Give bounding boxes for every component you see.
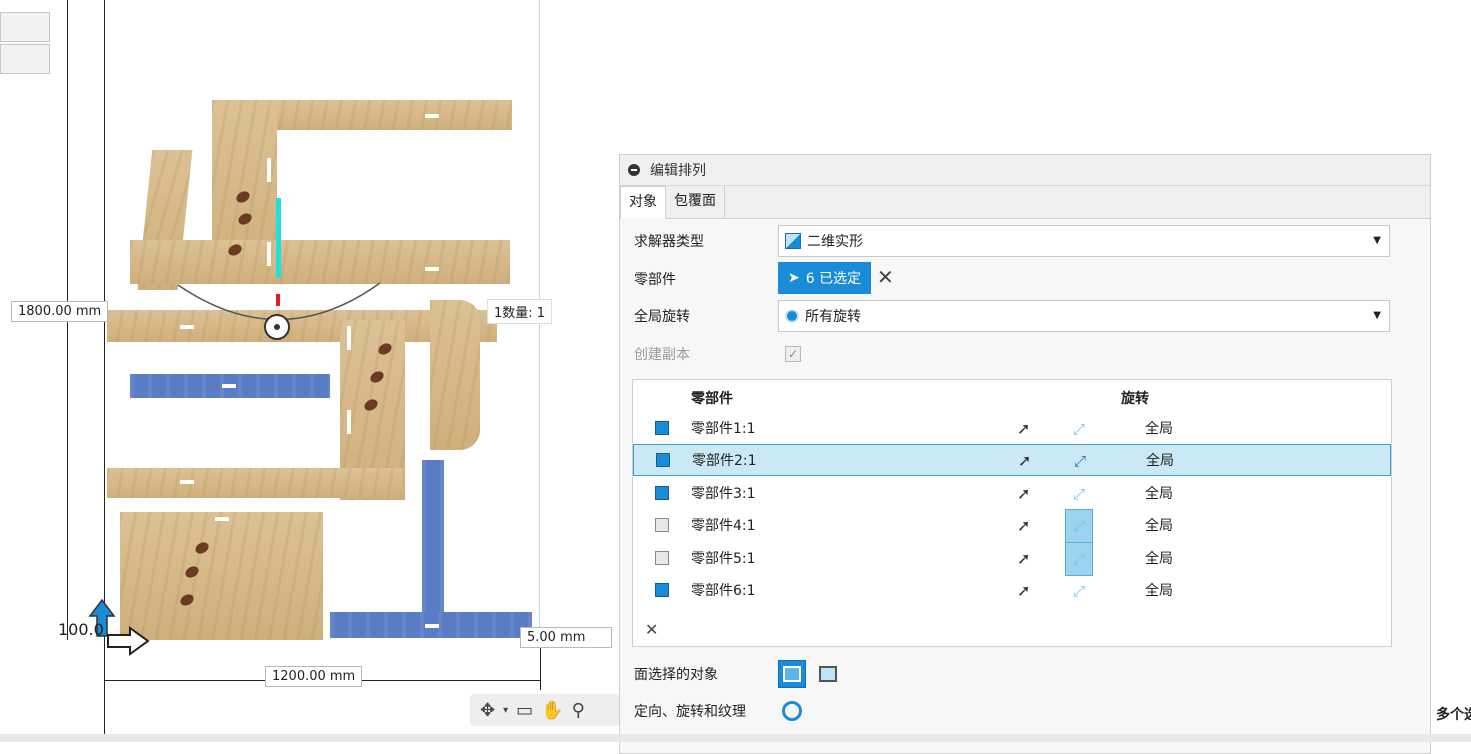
pan-hand-icon[interactable]: ✋ [541, 700, 563, 721]
width-dimension-label[interactable]: 1200.00 mm [265, 666, 363, 687]
look-at-icon[interactable]: ▭ [516, 700, 533, 721]
rotation-toggle-icon[interactable]: ⤢ [1065, 542, 1093, 576]
rotation-toggle-icon[interactable]: ⤢ [1066, 445, 1094, 477]
part-panel[interactable] [120, 512, 323, 640]
components-label: 零部件 [634, 272, 676, 288]
select-cursor-icon[interactable]: ➚ [1017, 581, 1030, 600]
tab-objects[interactable]: 对象 [620, 186, 666, 219]
component-name: 零部件5:1 [691, 551, 756, 567]
clear-selection-icon[interactable]: ✕ [877, 265, 894, 289]
navigation-toolbar: ✥ ▾ ▭ ✋ ⚲ [470, 694, 620, 726]
component-rotation[interactable]: 全局 [1145, 510, 1173, 542]
solver-type-select[interactable]: 二维实形 ▼ [778, 225, 1390, 257]
solver-2d-icon [785, 233, 801, 249]
part-horse-head-2[interactable] [430, 300, 480, 450]
part-bottom-rail[interactable] [107, 468, 402, 498]
right-edge-label: 多个选 [1436, 707, 1471, 723]
solver-type-row: 求解器类型 [634, 224, 778, 258]
select-cursor-icon[interactable]: ➚ [1017, 516, 1030, 535]
face-select-label: 面选择的对象 [634, 667, 718, 683]
orient-label: 定向、旋转和纹理 [634, 704, 746, 720]
create-copy-checkbox[interactable]: ✓ [785, 346, 801, 362]
column-header-rotation[interactable]: 旋转 [1121, 388, 1149, 408]
component-name: 零部件4:1 [691, 518, 756, 534]
edit-arrangement-panel: 编辑排列 对象 包覆面 求解器类型 二维实形 ▼ 零部件 ➤ 6 已选定 ✕ 全… [619, 154, 1431, 754]
component-rotation[interactable]: 全局 [1146, 445, 1174, 477]
origin-right-arrow-icon[interactable] [106, 626, 150, 656]
component-cube-icon [656, 453, 670, 467]
face-select-icon [783, 666, 801, 682]
table-row[interactable]: 零部件1:1 ➚ ⤢ 全局 [633, 413, 1391, 445]
global-rotation-label: 全局旋转 [634, 309, 690, 325]
table-row[interactable]: 零部件6:1 ➚ ⤢ 全局 [633, 575, 1391, 607]
component-name: 零部件6:1 [691, 583, 756, 599]
face-select-row: 面选择的对象 [634, 657, 718, 691]
select-cursor-icon[interactable]: ➚ [1018, 451, 1031, 470]
solver-type-value: 二维实形 [807, 234, 863, 250]
rotation-toggle-icon[interactable]: ⤢ [1065, 575, 1093, 607]
remove-row-icon[interactable]: ✕ [645, 620, 658, 639]
table-row[interactable]: 零部件4:1 ➚ ⤢ 全局 [633, 509, 1391, 543]
panel-header: 编辑排列 [620, 155, 1430, 186]
global-rotation-row: 全局旋转 [634, 299, 778, 333]
select-cursor-icon[interactable]: ➚ [1017, 549, 1030, 568]
column-header-component[interactable]: 零部件 [691, 388, 733, 408]
part-blue-post[interactable] [422, 460, 444, 620]
height-dimension-label[interactable]: 1800.00 mm [11, 301, 109, 322]
components-row: 零部件 [634, 262, 778, 296]
zoom-icon[interactable]: ⚲ [572, 700, 585, 721]
components-selected-text: 6 已选定 [805, 271, 862, 287]
panel-title: 编辑排列 [650, 163, 706, 179]
spacing-dimension-input[interactable]: 5.00 mm [520, 627, 612, 648]
chevron-down-icon: ▼ [1373, 235, 1381, 246]
component-rotation[interactable]: 全局 [1145, 478, 1173, 510]
rotation-toggle-icon[interactable]: ⤢ [1065, 478, 1093, 510]
cursor-select-icon: ➤ [788, 270, 800, 286]
component-cube-icon [655, 421, 669, 435]
chevron-down-icon: ▼ [1373, 310, 1381, 321]
orbit-icon[interactable]: ✥ [480, 700, 495, 721]
origin-value: 100.0 [58, 620, 104, 639]
component-cube-icon [655, 486, 669, 500]
collapse-icon[interactable] [628, 164, 640, 176]
face-select-alt-icon [819, 666, 837, 682]
create-copy-label: 创建副本 [634, 347, 690, 363]
table-row[interactable]: 零部件2:1 ➚ ⤢ 全局 [633, 444, 1391, 476]
component-name: 零部件2:1 [692, 453, 757, 469]
components-table: 零部件 旋转 零部件1:1 ➚ ⤢ 全局 零部件2:1 ➚ ⤢ 全局 零部件3:… [632, 379, 1392, 647]
component-name: 零部件3:1 [691, 486, 756, 502]
component-name: 零部件1:1 [691, 421, 756, 437]
rotation-toggle-icon[interactable]: ⤢ [1065, 413, 1093, 445]
move-arrow-handle[interactable] [276, 198, 281, 278]
component-rotation[interactable]: 全局 [1145, 575, 1173, 607]
face-select-alt-button[interactable] [814, 660, 842, 688]
rotate-center-handle[interactable] [264, 314, 290, 340]
face-select-active-button[interactable] [778, 660, 806, 688]
dropdown-caret-icon[interactable]: ▾ [503, 705, 508, 716]
rotation-toggle-icon[interactable]: ⤢ [1065, 509, 1093, 543]
global-rotation-select[interactable]: 所有旋转 ▼ [778, 300, 1390, 332]
table-row[interactable]: 零部件5:1 ➚ ⤢ 全局 [633, 542, 1391, 576]
orient-rotate-icon[interactable] [782, 701, 802, 721]
quantity-label: 1数量: 1 [487, 299, 553, 324]
table-row[interactable]: 零部件3:1 ➚ ⤢ 全局 [633, 478, 1391, 510]
create-copy-row: 创建副本 [634, 337, 778, 371]
status-bar [0, 734, 1471, 742]
solver-type-label: 求解器类型 [634, 234, 704, 250]
rotation-icon [785, 309, 799, 323]
component-rotation[interactable]: 全局 [1145, 413, 1173, 445]
select-cursor-icon[interactable]: ➚ [1017, 484, 1030, 503]
orient-row: 定向、旋转和纹理 [634, 694, 746, 728]
components-selection-button[interactable]: ➤ 6 已选定 [778, 262, 872, 294]
global-rotation-value: 所有旋转 [805, 309, 861, 325]
component-cube-outline-icon [655, 551, 669, 565]
panel-tabs: 对象 包覆面 [620, 186, 1430, 219]
component-cube-icon [655, 583, 669, 597]
component-rotation[interactable]: 全局 [1145, 543, 1173, 575]
tab-envelope[interactable]: 包覆面 [666, 186, 725, 218]
select-cursor-icon[interactable]: ➚ [1017, 419, 1030, 438]
layout-canvas[interactable]: 100.0 1800.00 mm 1200.00 mm 5.00 mm 1数量:… [0, 0, 620, 742]
component-cube-outline-icon [655, 518, 669, 532]
